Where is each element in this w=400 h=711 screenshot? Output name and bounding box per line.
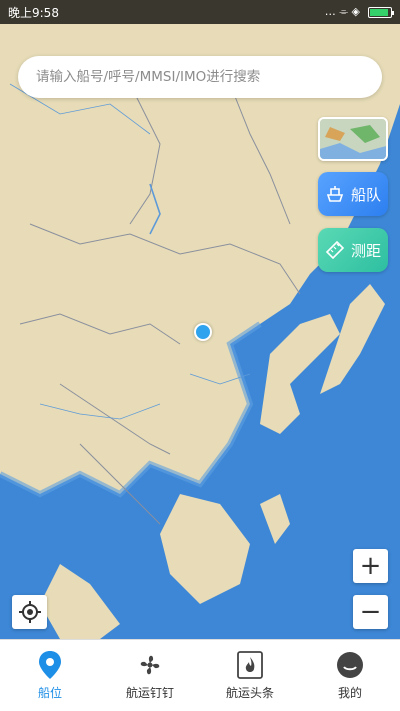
ship-icon xyxy=(326,186,344,202)
minus-icon: − xyxy=(359,597,382,627)
locate-me-button[interactable] xyxy=(12,595,47,629)
bottom-navigation: 船位 航运钉钉 航运头条 我的 xyxy=(0,639,400,711)
vessel-marker[interactable] xyxy=(194,323,212,341)
battery-icon xyxy=(368,6,394,18)
measure-label: 测距 xyxy=(350,241,381,260)
fleet-button[interactable]: 船队 xyxy=(318,172,388,216)
status-indicators: … ⌯ ◈ xyxy=(324,5,360,18)
nav-shipping-dingding[interactable]: 航运钉钉 xyxy=(100,640,200,711)
map-layer-thumbnail-icon xyxy=(320,119,386,159)
search-bar[interactable] xyxy=(18,56,382,98)
nav-ship-position[interactable]: 船位 xyxy=(0,640,100,711)
status-time: 晚上9:58 xyxy=(8,5,59,20)
ruler-icon xyxy=(325,241,345,259)
zoom-in-button[interactable]: + xyxy=(353,549,388,583)
map-layer-toggle[interactable] xyxy=(318,117,388,161)
fleet-label: 船队 xyxy=(350,185,381,204)
nav-label: 我的 xyxy=(337,686,362,700)
search-input[interactable] xyxy=(36,69,364,85)
nav-shipping-headlines[interactable]: 航运头条 xyxy=(200,640,300,711)
nav-my-profile[interactable]: 我的 xyxy=(300,640,400,711)
flame-icon xyxy=(235,650,265,680)
nav-label: 船位 xyxy=(37,686,62,700)
nav-label: 航运钉钉 xyxy=(125,686,174,700)
location-pin-icon xyxy=(35,650,65,680)
profile-icon xyxy=(335,650,365,680)
crosshair-icon xyxy=(18,601,41,623)
status-bar: 晚上9:58 … ⌯ ◈ xyxy=(0,0,400,24)
measure-distance-button[interactable]: 测距 xyxy=(318,228,388,272)
fan-icon xyxy=(135,650,165,680)
zoom-out-button[interactable]: − xyxy=(353,595,388,629)
nav-label: 航运头条 xyxy=(225,686,274,700)
plus-icon: + xyxy=(359,551,382,581)
